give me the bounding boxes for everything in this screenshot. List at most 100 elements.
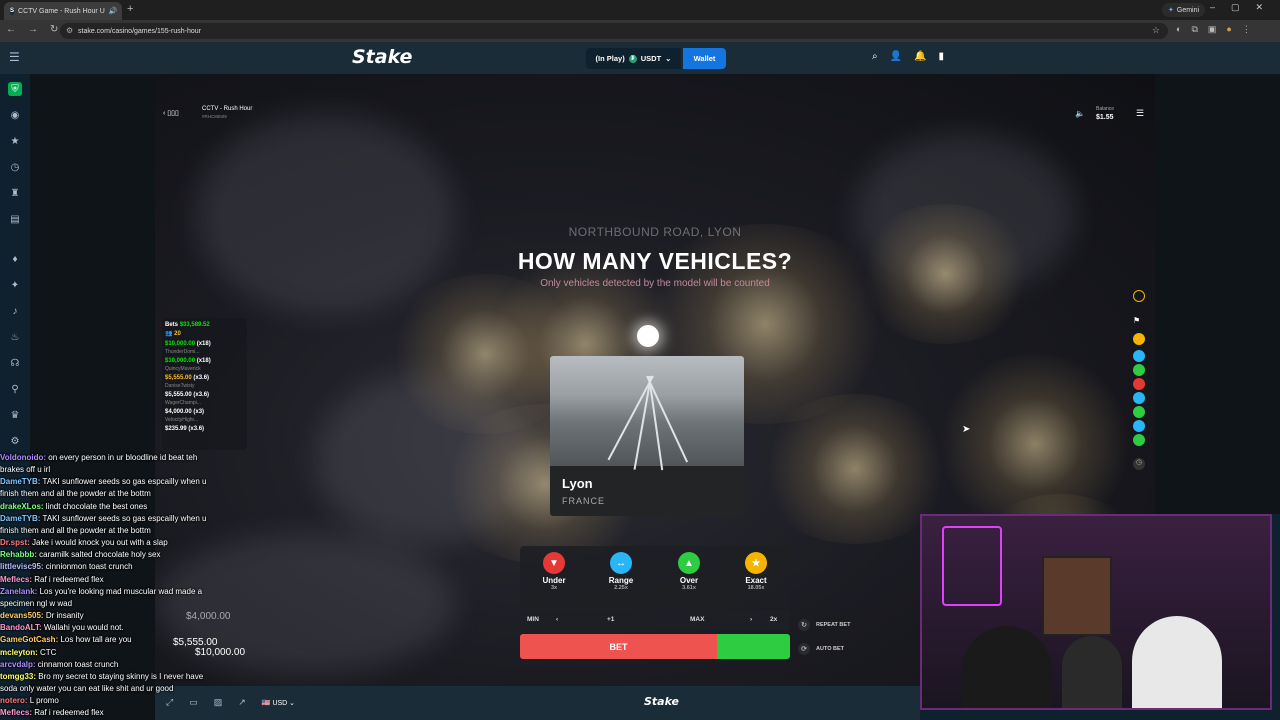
address-bar[interactable]: ⚙ stake.com/casino/games/155-rush-hour ☆: [60, 23, 1168, 39]
chat-username[interactable]: littlevisc95:: [0, 562, 44, 571]
page-right-margin: [1155, 74, 1280, 514]
chat-username[interactable]: drakeXLos:: [0, 502, 44, 511]
auto-bet-button[interactable]: ⟳ AUTO BET: [798, 643, 844, 655]
chat-username[interactable]: DameTYB:: [0, 514, 40, 523]
forward-icon[interactable]: →: [28, 24, 38, 35]
sidebar-sports-icon[interactable]: ⚲: [8, 382, 22, 396]
profile-avatar[interactable]: ●: [1226, 24, 1231, 35]
step-value[interactable]: +1: [607, 616, 614, 623]
sidebar-settings-icon[interactable]: ⚙: [8, 434, 22, 448]
back-arrow-icon[interactable]: ‹ ▯▯▯: [163, 109, 179, 117]
chat-username[interactable]: notero:: [0, 696, 28, 705]
sidebar-support-icon[interactable]: ☊: [8, 356, 22, 370]
chat-message: finish them and all the powder at the bo…: [0, 488, 240, 500]
double-button[interactable]: 2x: [770, 616, 777, 623]
chat-username[interactable]: mcleyton:: [0, 648, 38, 657]
tab-close-icon[interactable]: ✕: [121, 7, 122, 15]
max-button[interactable]: MAX: [690, 616, 704, 623]
side-panel-icon[interactable]: ▣: [1208, 24, 1217, 35]
balance-selector[interactable]: (In Play) ₮ USDT ⌄: [586, 48, 681, 69]
chat-username[interactable]: DameTYB:: [0, 477, 40, 486]
decrease-icon[interactable]: ‹: [556, 616, 558, 623]
bet-multiplier: (x3.6): [193, 391, 210, 398]
exact-option[interactable]: ★ Exact 18.05x: [722, 546, 790, 608]
increase-icon[interactable]: ›: [750, 616, 752, 623]
new-tab-icon[interactable]: +: [127, 3, 133, 15]
bet-amount: $10,000.00: [165, 340, 196, 347]
option-multiplier: 18.05x: [747, 585, 765, 591]
repeat-icon: ↻: [798, 619, 810, 631]
site-info-icon[interactable]: ⚙: [66, 26, 73, 35]
chat-text: on every person in ur bloodline id beat …: [46, 453, 198, 462]
option-multiplier: 2.25x: [614, 585, 628, 591]
chat-username[interactable]: Meflecs:: [0, 575, 32, 584]
currency-selector[interactable]: 🇺🇸 USD ⌄: [262, 699, 295, 707]
balance-value: $1.55: [1096, 113, 1114, 121]
notifications-bell-icon[interactable]: 🔔: [914, 51, 926, 62]
repeat-bet-button[interactable]: ↻ REPEAT BET: [798, 619, 850, 631]
bet-entry: $4,000.00 (x3): [165, 408, 244, 417]
sidebar-vip-icon[interactable]: ♛: [8, 408, 22, 422]
chat-username[interactable]: Meflecs:: [0, 708, 32, 717]
sidebar-favourites-icon[interactable]: ★: [8, 134, 22, 148]
search-icon[interactable]: ⌕: [872, 51, 878, 62]
sound-icon[interactable]: 🔈: [1075, 109, 1085, 118]
minimize-icon[interactable]: –: [1210, 2, 1215, 13]
sidebar-shield-icon[interactable]: ⛨: [8, 82, 22, 96]
flag-icon[interactable]: ⚑: [1133, 316, 1145, 328]
stake-controls: MIN ‹ +1 MAX › 2x: [520, 610, 790, 630]
chat-panel-icon[interactable]: ▮: [939, 51, 945, 62]
chat-message: soda only water you can eat like shit an…: [0, 683, 240, 695]
bookmark-star-icon[interactable]: ☆: [1152, 25, 1160, 36]
more-menu-icon[interactable]: ⋮: [1242, 24, 1251, 35]
bets-total-label: Bets: [165, 322, 179, 328]
chat-username[interactable]: Voldonoido:: [0, 453, 46, 462]
sidebar-slots-icon[interactable]: ✦: [8, 278, 22, 292]
sidebar-casino-icon[interactable]: ◉: [8, 108, 22, 122]
game-menu-icon[interactable]: ☰: [1136, 108, 1144, 119]
country-name: FRANCE: [562, 496, 606, 506]
back-icon[interactable]: ←: [6, 24, 16, 35]
sidebar-challenges-icon[interactable]: ♜: [8, 186, 22, 200]
chat-username[interactable]: GameGotCash:: [0, 635, 58, 644]
range-option[interactable]: ↔ Range 2.25x: [587, 546, 655, 608]
chat-text: specimen ngl w wad: [0, 598, 73, 608]
chat-username[interactable]: tomgg33:: [0, 672, 36, 681]
reload-icon[interactable]: ↻: [50, 24, 58, 35]
bet-multiplier: (x18): [196, 340, 211, 347]
round-id: #RHC86509: [202, 113, 227, 119]
chat-username[interactable]: arcvdalp:: [0, 660, 36, 669]
chat-username[interactable]: Dr.spst:: [0, 538, 30, 547]
wallet-button[interactable]: Wallet: [683, 48, 726, 69]
sidebar-live-icon[interactable]: ♪: [8, 304, 22, 318]
sidebar-bets-icon[interactable]: ▤: [8, 212, 22, 226]
sidebar-promo-icon[interactable]: ♨: [8, 330, 22, 344]
bet-button[interactable]: BET: [520, 634, 717, 659]
user-icon[interactable]: 👤: [890, 51, 902, 62]
option-label: Under: [542, 576, 566, 585]
chat-username[interactable]: Rehabbb:: [0, 550, 37, 559]
extension-icon[interactable]: ◐: [1176, 24, 1181, 35]
browser-tab[interactable]: S CCTV Game - Rush Hour U 🔊 ✕: [4, 2, 122, 20]
min-button[interactable]: MIN: [527, 616, 539, 623]
chat-message: drakeXLos: lindt chocolate the best ones: [0, 501, 240, 513]
sidebar-originals-icon[interactable]: ♦: [8, 252, 22, 266]
gemini-button[interactable]: ✦ Gemini: [1162, 3, 1206, 17]
hamburger-menu-icon[interactable]: ☰: [9, 50, 20, 64]
chat-username[interactable]: devans505:: [0, 611, 44, 620]
header-icons: ⌕ 👤 🔔 ▮: [872, 51, 944, 62]
chat-username[interactable]: BandoALT:: [0, 623, 42, 632]
sidebar-recent-icon[interactable]: ◷: [8, 160, 22, 174]
chat-text: Raf i redeemed flex: [32, 574, 104, 584]
under-option[interactable]: ▼ Under 3x: [520, 546, 588, 608]
window-close-icon[interactable]: ✕: [1256, 2, 1264, 13]
in-play-label: (In Play): [595, 54, 625, 63]
chat-username[interactable]: Zanelank:: [0, 587, 37, 596]
extension-puzzle-icon[interactable]: ⧉: [1191, 24, 1197, 35]
over-option[interactable]: ▲ Over 3.61x: [655, 546, 723, 608]
maximize-icon[interactable]: ▢: [1231, 2, 1240, 13]
stake-logo[interactable]: Stake: [352, 46, 412, 68]
game-title: CCTV - Rush Hour: [202, 106, 253, 112]
history-clock-icon[interactable]: ◷: [1133, 458, 1145, 470]
chat-message: Dr.spst: Jake i would knock you out with…: [0, 537, 240, 549]
